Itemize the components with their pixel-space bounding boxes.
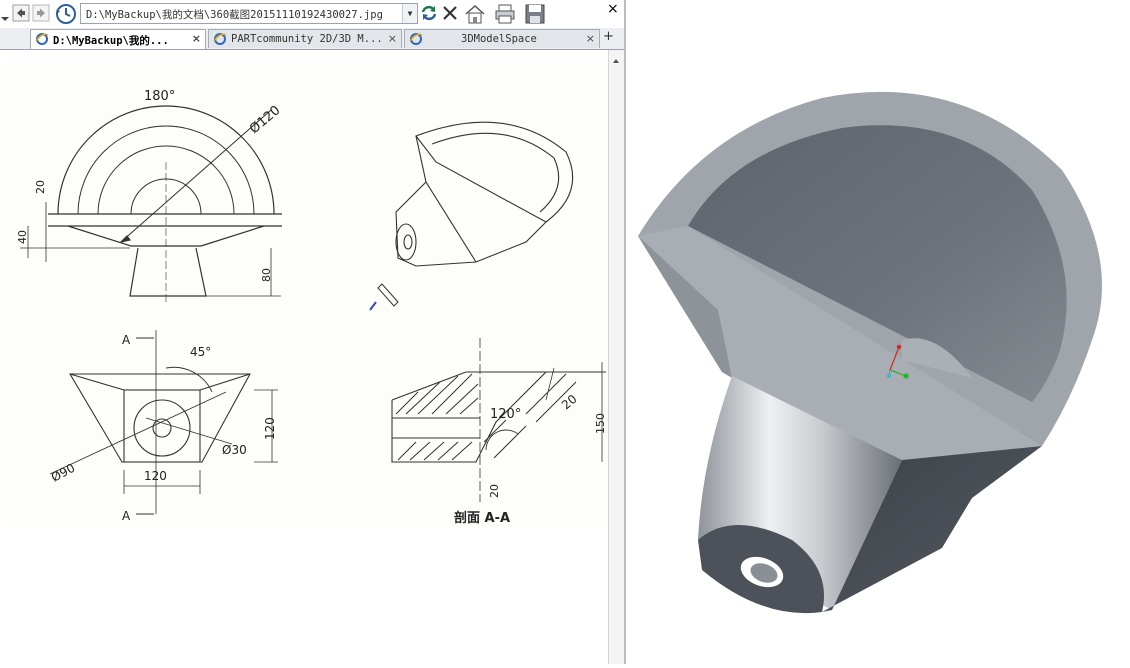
dim-120-bottom: 120: [144, 469, 167, 483]
dim-180: 180°: [144, 89, 175, 104]
section-title: 剖面 A-A: [454, 510, 510, 526]
tab-label: D:\MyBackup\我的...: [53, 35, 169, 47]
forward-icon[interactable]: [32, 4, 50, 22]
back-icon[interactable]: [12, 4, 30, 22]
tab-3dmodelspace[interactable]: 3DModelSpace ×: [404, 29, 600, 48]
stop-icon[interactable]: [441, 4, 459, 22]
close-window-button[interactable]: ×: [607, 1, 619, 17]
tab-label: PARTcommunity 2D/3D M...: [231, 33, 383, 45]
dim-120-right: 120: [263, 417, 277, 440]
vertical-scrollbar[interactable]: [608, 50, 624, 664]
address-dropdown-button[interactable]: ▼: [402, 4, 417, 23]
section-arrow-a-top: A: [122, 333, 131, 347]
save-icon[interactable]: [525, 4, 545, 24]
dim-20: 20: [34, 180, 47, 194]
dim-20-vertical: 20: [488, 484, 501, 498]
browser-e-icon: [409, 32, 423, 48]
dim-d90: Ø90: [49, 461, 77, 485]
dim-40: 40: [16, 230, 29, 244]
image-viewer-window: D:\MyBackup\我的文档\360截图20151110192430027.…: [0, 0, 624, 664]
toolbar: D:\MyBackup\我的文档\360截图20151110192430027.…: [0, 0, 624, 28]
dim-80: 80: [260, 268, 273, 282]
pencil-icon: [377, 283, 399, 307]
dim-d120: Ø120: [247, 103, 283, 137]
tab-partcommunity[interactable]: PARTcommunity 2D/3D M... ×: [208, 29, 402, 48]
tab-close-button[interactable]: ×: [192, 32, 201, 45]
tab-local-image[interactable]: D:\MyBackup\我的... ×: [30, 29, 206, 49]
section-arrow-a-bottom: A: [122, 509, 131, 523]
refresh-icon[interactable]: [420, 4, 438, 22]
dim-45: 45°: [190, 345, 211, 359]
tab-label: 3DModelSpace: [461, 33, 537, 45]
new-tab-button[interactable]: +: [603, 29, 614, 44]
image-viewport: 180° Ø120 20 40 80 A A 45° 120 Ø30 Ø90 1…: [0, 50, 608, 664]
dim-20-section: 20: [559, 392, 580, 413]
browser-e-icon: [213, 32, 227, 48]
dim-d30: Ø30: [222, 443, 247, 457]
history-clock-icon[interactable]: [55, 3, 77, 25]
address-bar[interactable]: D:\MyBackup\我的文档\360截图20151110192430027.…: [80, 3, 418, 24]
tab-close-button[interactable]: ×: [388, 32, 397, 45]
browser-e-icon: [35, 32, 49, 49]
tab-bar: D:\MyBackup\我的... × PARTcommunity 2D/3D …: [0, 28, 624, 50]
home-icon[interactable]: [464, 4, 486, 24]
dim-150: 150: [594, 413, 606, 434]
engineering-drawing: 180° Ø120 20 40 80 A A 45° 120 Ø30 Ø90 1…: [6, 62, 606, 526]
3d-model-render: [638, 91, 1102, 614]
print-icon[interactable]: [494, 4, 516, 24]
scroll-up-arrow-icon[interactable]: [609, 54, 623, 68]
address-bar-text[interactable]: D:\MyBackup\我的文档\360截图20151110192430027.…: [86, 7, 383, 22]
dim-120deg: 120°: [490, 407, 521, 422]
tab-close-button[interactable]: ×: [586, 32, 595, 45]
3d-model-view[interactable]: [624, 0, 1130, 664]
